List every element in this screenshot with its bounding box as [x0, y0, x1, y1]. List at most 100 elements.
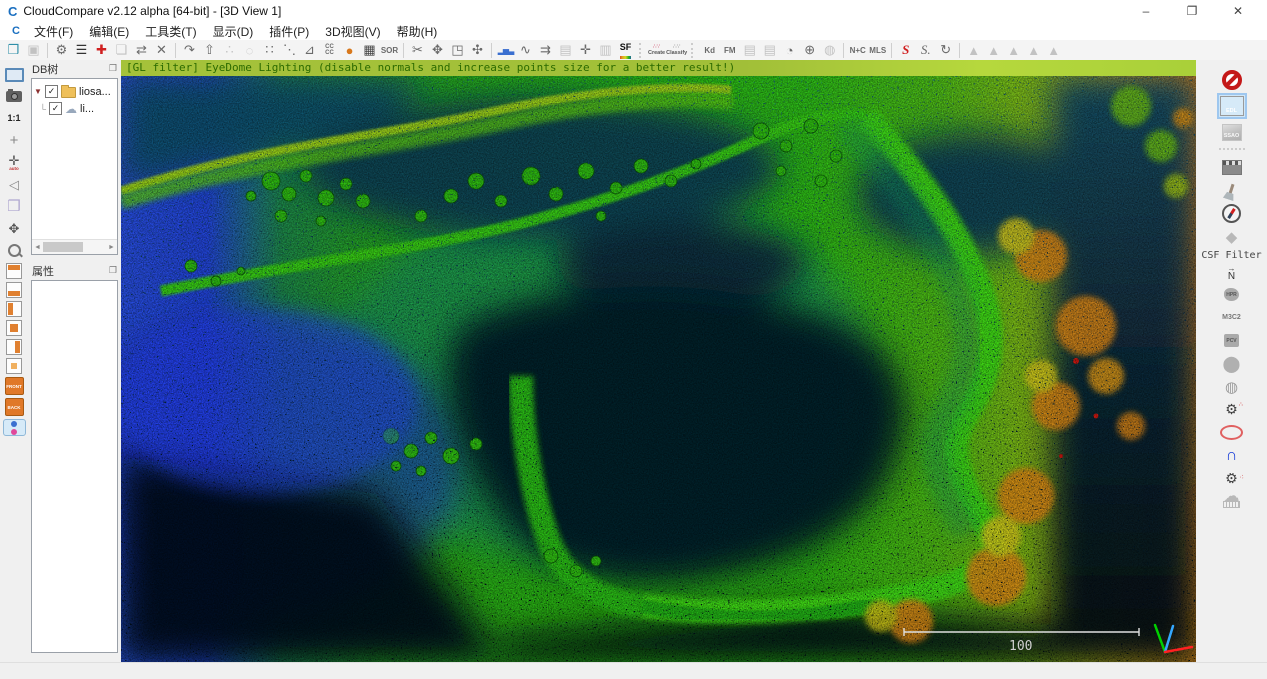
histogram-icon[interactable]: ▂▅▃ — [496, 40, 515, 60]
view-front-icon[interactable] — [6, 320, 22, 336]
interactive-transform-icon[interactable]: ↷ — [180, 40, 199, 60]
properties-float-button[interactable]: ❐ — [109, 265, 117, 276]
zoom-1-1-icon[interactable]: 1:1 — [3, 109, 25, 128]
calculator-icon[interactable]: ▤ — [556, 40, 575, 60]
restore-button[interactable]: ❐ — [1169, 0, 1215, 22]
subsample-icon[interactable]: ⋱ — [280, 40, 299, 60]
spline-dot-icon[interactable]: S. — [916, 40, 935, 60]
pcl-plugin-button[interactable]: ⚙ — [1219, 400, 1245, 419]
db-tree-hscrollbar[interactable]: ◄ ► — [32, 239, 117, 254]
csf-filter-label[interactable]: CSF Filter — [1201, 250, 1261, 261]
curve-icon[interactable]: ∿ — [516, 40, 535, 60]
cloudlayers-plugin-button[interactable]: ⚙ — [1219, 469, 1245, 488]
cloud-measure-button[interactable]: ☁ — [1223, 492, 1240, 508]
spline-icon[interactable]: S — [896, 40, 915, 60]
menu-tools[interactable]: 工具类(T) — [137, 23, 204, 40]
m3c2-plugin-button[interactable]: M3C2 — [1219, 308, 1245, 327]
sf-icon[interactable]: SF — [620, 42, 632, 59]
menu-display[interactable]: 显示(D) — [205, 23, 262, 40]
perspective-cube-icon[interactable]: ❒ — [3, 197, 25, 216]
compass-plugin-button[interactable] — [1219, 204, 1245, 223]
pcv-plugin-button[interactable]: PCV — [1219, 331, 1245, 350]
view-top-icon[interactable] — [6, 263, 22, 279]
scroll-right-button[interactable]: ► — [106, 244, 117, 251]
file-export-icon[interactable]: ▤ — [740, 40, 759, 60]
normals-curvature-icon[interactable]: N+C — [848, 40, 867, 60]
properties-list-icon[interactable]: ☰ — [72, 40, 91, 60]
point-picking-icon[interactable]: ✚ — [92, 40, 111, 60]
fit-plane-icon[interactable]: ⊿ — [300, 40, 319, 60]
hpr-plugin-button[interactable]: HPR — [1219, 285, 1245, 304]
noise-filter-icon[interactable]: ∷ — [260, 40, 279, 60]
cross-section-icon[interactable]: ◳ — [448, 40, 467, 60]
fullscreen-3d-icon[interactable] — [3, 65, 25, 84]
expander-icon[interactable]: ▼ — [34, 87, 42, 96]
ssao-filter-button[interactable]: SSAO — [1219, 123, 1245, 142]
fm-icon[interactable]: FM — [720, 40, 739, 60]
save-icon[interactable]: ▣ — [24, 40, 43, 60]
gear-icon[interactable]: ⚙ — [52, 40, 71, 60]
auto-pick-center-icon[interactable]: ✛auto — [3, 153, 25, 172]
scroll-track[interactable] — [43, 242, 106, 252]
terrain-icon-3[interactable]: ▲ — [1004, 40, 1023, 60]
scroll-thumb[interactable] — [43, 242, 83, 252]
close-button[interactable]: ✕ — [1215, 0, 1261, 22]
sf-gradient-icon[interactable]: ⇉ — [536, 40, 555, 60]
pivot-center-icon[interactable]: + — [3, 131, 25, 150]
db-tree-float-button[interactable]: ❐ — [109, 63, 117, 74]
poisson-icon[interactable]: ● — [340, 40, 359, 60]
stereo-dots-button[interactable] — [3, 419, 26, 436]
segment-icon[interactable]: ✂ — [408, 40, 427, 60]
menu-edit[interactable]: 编辑(E) — [81, 23, 137, 40]
shield-plugin-button[interactable]: ◆ — [1219, 227, 1245, 246]
canupo-create-icon[interactable]: ∴∵Create — [648, 40, 665, 60]
tree-row-root[interactable]: ▼ ✓ liosa... — [34, 83, 115, 100]
screenshot-icon[interactable] — [3, 87, 25, 106]
tree-row-cloud[interactable]: └ ✓ ☁ li... — [34, 100, 115, 117]
cork-plugin-button[interactable]: ∩ — [1219, 446, 1245, 465]
sphere-icon[interactable]: ◔ — [780, 40, 799, 60]
flip-view-icon[interactable]: ◁ — [3, 175, 25, 194]
terrain-icon-4[interactable]: ▲ — [1024, 40, 1043, 60]
add-sf-icon[interactable]: ✛ — [576, 40, 595, 60]
view-right-icon[interactable] — [6, 339, 22, 355]
terrain-icon-5[interactable]: ▲ — [1044, 40, 1063, 60]
cloud-cloud-distance-icon[interactable]: CC CC — [320, 40, 339, 60]
broom-plugin-button[interactable] — [1219, 181, 1245, 200]
compute-normals-icon[interactable]: ⇧ — [200, 40, 219, 60]
animation-plugin-button[interactable] — [1219, 158, 1245, 177]
apply-transform-icon[interactable]: ⇄ — [132, 40, 151, 60]
sor-filter-icon[interactable]: SOR — [380, 40, 399, 60]
menu-3dview[interactable]: 3D视图(V) — [317, 23, 388, 40]
clone-icon[interactable]: ❏ — [112, 40, 131, 60]
poisson-recon-button[interactable]: ⬤ — [1219, 354, 1245, 373]
octree-icon[interactable]: ∴ — [220, 40, 239, 60]
view-left-icon[interactable] — [6, 301, 22, 317]
pan-icon[interactable]: ✥ — [3, 219, 25, 238]
wire-globe2-icon[interactable]: ◍ — [820, 40, 839, 60]
edl-filter-button[interactable]: EDL — [1219, 93, 1245, 119]
file-export2-icon[interactable]: ▤ — [760, 40, 779, 60]
point-list-picking-icon[interactable]: ✣ — [468, 40, 487, 60]
view-front-iso-icon[interactable]: FRONT — [5, 377, 24, 395]
menu-plugins[interactable]: 插件(P) — [261, 23, 317, 40]
rotate-icon[interactable]: ↻ — [936, 40, 955, 60]
mls-icon[interactable]: MLS — [868, 40, 887, 60]
view-back-icon[interactable] — [6, 358, 22, 374]
scroll-left-button[interactable]: ◄ — [32, 244, 43, 251]
sf-arithmetic-icon[interactable]: ▥ — [596, 40, 615, 60]
sample-points-icon[interactable]: ◌ — [240, 40, 259, 60]
minimize-button[interactable]: – — [1123, 0, 1169, 22]
translate-icon[interactable]: ✥ — [428, 40, 447, 60]
sra-plugin-button[interactable] — [1219, 423, 1245, 442]
menu-file[interactable]: 文件(F) — [26, 23, 81, 40]
delete-icon[interactable]: ✕ — [152, 40, 171, 60]
facets-north-button[interactable]: → N — [1228, 265, 1236, 281]
zoom-icon[interactable] — [3, 241, 25, 260]
disable-glfilter-button[interactable] — [1219, 70, 1245, 89]
3d-viewport[interactable]: [GL filter] EyeDome Lighting (disable no… — [121, 60, 1196, 662]
wire-globe-icon[interactable]: ⊕ — [800, 40, 819, 60]
point-cloud-render[interactable]: 100 — [121, 76, 1196, 662]
kd-tree-icon[interactable]: Kd — [700, 40, 719, 60]
terrain-icon-1[interactable]: ▲ — [964, 40, 983, 60]
